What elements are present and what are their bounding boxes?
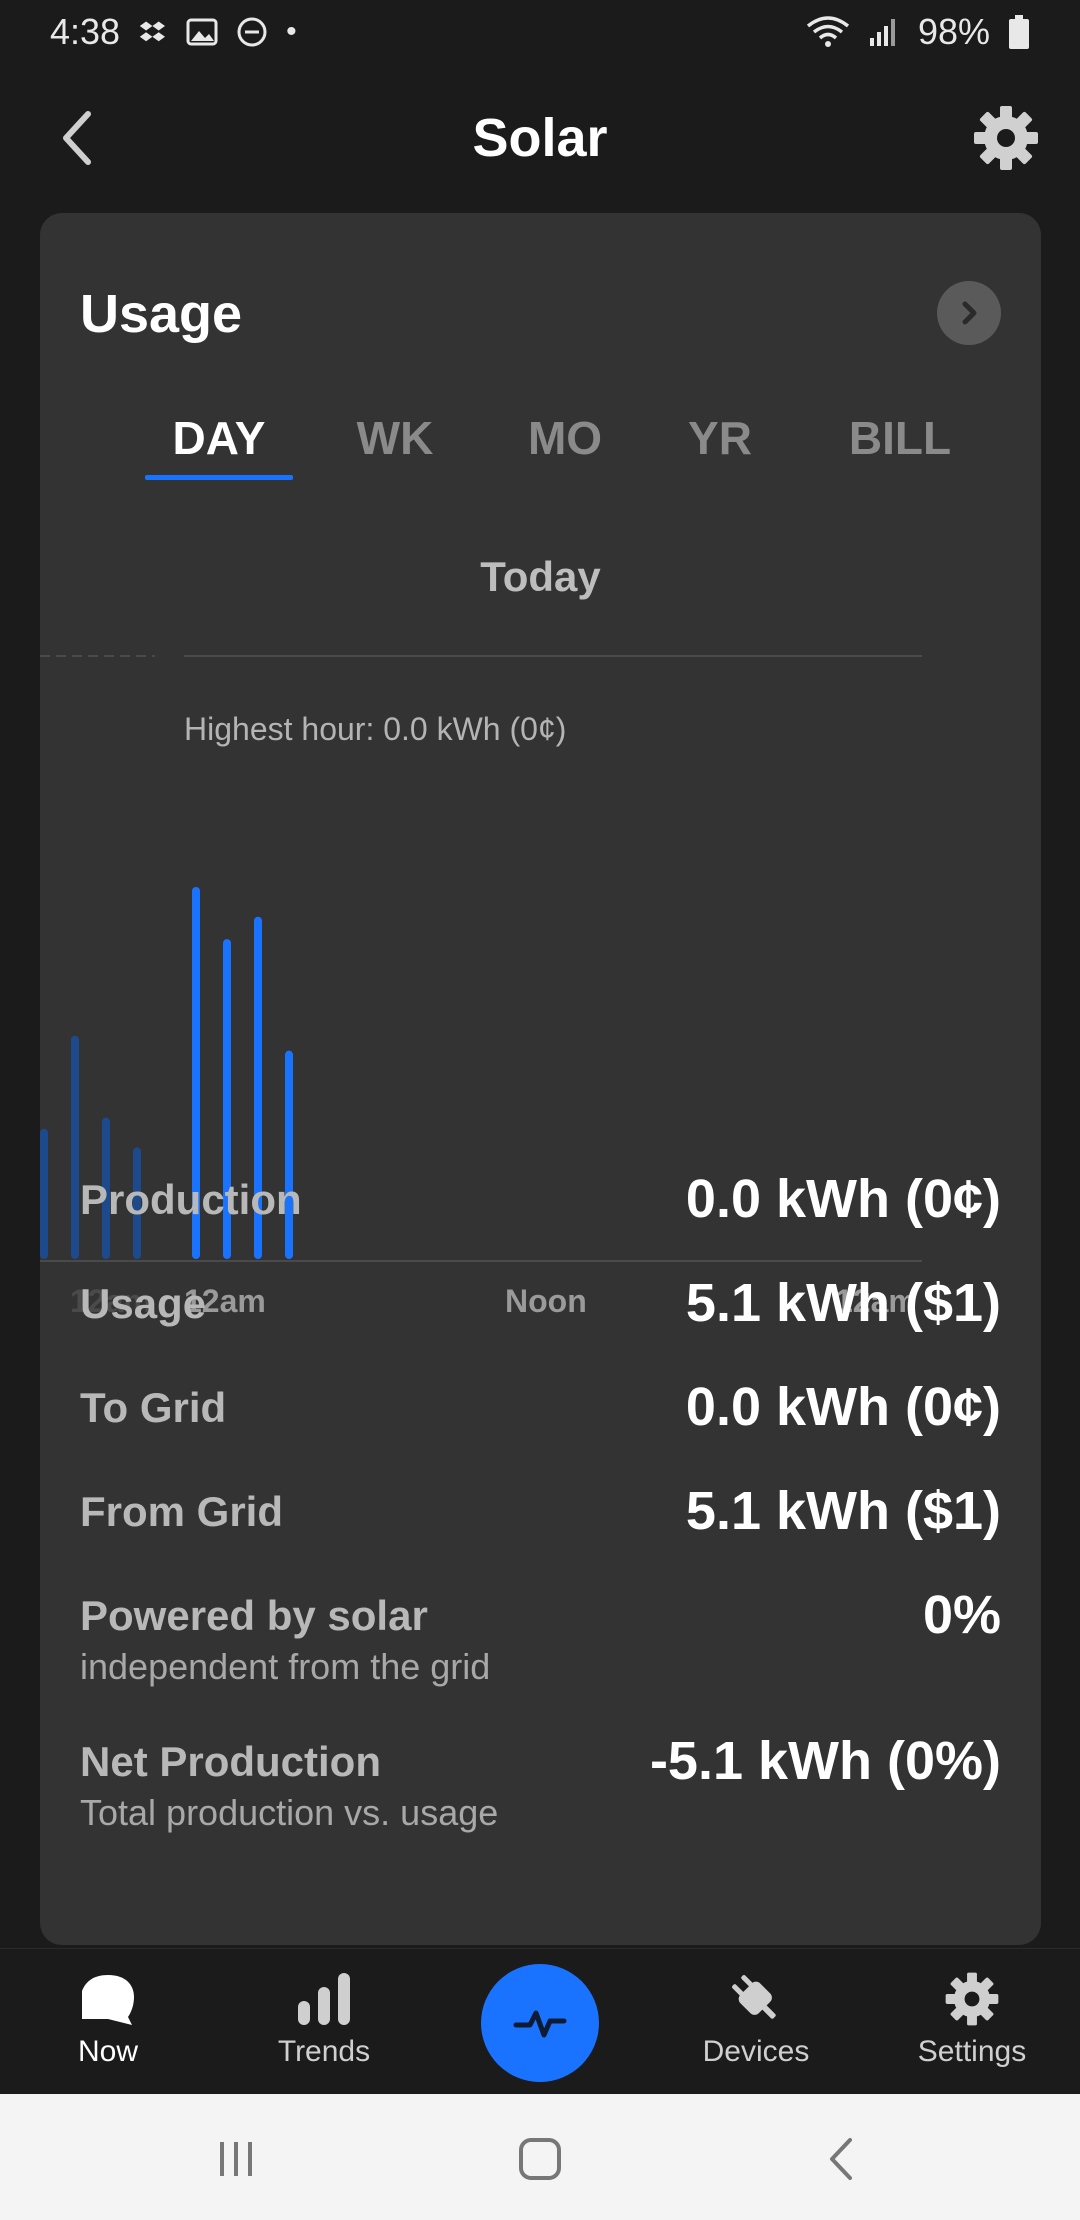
gear-icon[interactable] [972,104,1040,172]
stat-value: 5.1 kWh ($1) [685,1273,1001,1333]
stat-label: Powered by solar [80,1592,428,1639]
home-icon[interactable] [515,2134,565,2184]
nav-label: Devices [702,2035,810,2068]
back-icon[interactable] [818,2134,868,2184]
stat-value: 5.1 kWh ($1) [685,1481,1001,1541]
app-header: Solar [0,70,1080,206]
dropbox-icon [139,21,166,42]
battery-icon [1009,15,1029,49]
period-label: Today [480,553,601,600]
card-title: Usage [80,284,243,344]
card-detail-button[interactable] [937,281,1001,345]
stat-row-net-production: Net Production Total production vs. usag… [40,1730,1041,1876]
live-activity-button[interactable] [481,1964,599,2082]
gear-icon [945,1972,999,2026]
active-tab-indicator [145,475,293,480]
stat-row-to-grid: To Grid 0.0 kWh (0¢) [40,1376,1041,1480]
system-nav-bar [0,2094,1080,2220]
status-right: 98% [806,11,1030,53]
stats-list: Production 0.0 kWh (0¢) Usage 5.1 kWh ($… [40,1168,1041,1876]
tab-month[interactable]: MO [490,393,640,483]
nav-label: Trends [277,2035,371,2068]
bar-chart-icon [298,1973,350,2025]
nav-item-trends[interactable]: Trends [234,1949,414,2095]
stat-label: To Grid [80,1384,227,1431]
page-title: Solar [472,108,608,168]
recent-apps-icon[interactable] [212,2134,262,2184]
chat-bubble-icon [82,1975,134,2025]
wifi-icon [806,16,850,47]
status-time: 4:38 [50,11,121,52]
stat-row-production: Production 0.0 kWh (0¢) [40,1168,1041,1272]
stat-label: From Grid [80,1488,284,1535]
tab-bill[interactable]: BILL [800,393,1000,483]
nav-label: Now [77,2035,138,2068]
stat-row-usage: Usage 5.1 kWh ($1) [40,1272,1041,1376]
signal-icon [869,19,895,46]
nav-item-settings[interactable]: Settings [882,1949,1062,2095]
stat-label: Usage [80,1280,207,1327]
stat-row-powered-by-solar: Powered by solar independent from the gr… [40,1584,1041,1730]
tab-year[interactable]: YR [655,393,785,483]
stat-sublabel: Total production vs. usage [80,1792,499,1833]
plug-icon [732,1975,776,2019]
stat-sublabel: independent from the grid [80,1646,491,1687]
back-arrow-icon[interactable] [50,108,110,168]
stat-row-from-grid: From Grid 5.1 kWh ($1) [40,1480,1041,1584]
stat-value: -5.1 kWh (0%) [649,1731,1001,1791]
image-icon [186,18,218,46]
usage-card: Usage DAY WK MO YR BILL Today Highest ho… [40,213,1041,1945]
stat-value: 0.0 kWh (0¢) [685,1169,1001,1229]
nav-item-now[interactable]: Now [18,1949,198,2095]
stat-label: Production [80,1176,302,1223]
status-bar: 4:38 • 98% [0,0,1080,64]
stat-value: 0.0 kWh (0¢) [685,1377,1001,1437]
tab-week[interactable]: WK [330,393,460,483]
do-not-disturb-icon [237,17,267,47]
stat-label: Net Production [80,1738,381,1785]
stat-value: 0% [922,1585,1001,1645]
status-left: 4:38 • [50,11,297,53]
nav-label: Settings [917,2035,1027,2068]
chevron-right-icon [962,301,977,325]
battery-percent: 98% [917,11,990,52]
bottom-nav: Now Trends Devices Settings [0,1948,1080,2094]
pulse-icon [513,2010,567,2038]
status-dot: • [286,15,297,48]
tab-day[interactable]: DAY [145,393,293,483]
nav-item-devices[interactable]: Devices [666,1949,846,2095]
highest-hour-label: Highest hour: 0.0 kWh (0¢) [184,711,567,747]
